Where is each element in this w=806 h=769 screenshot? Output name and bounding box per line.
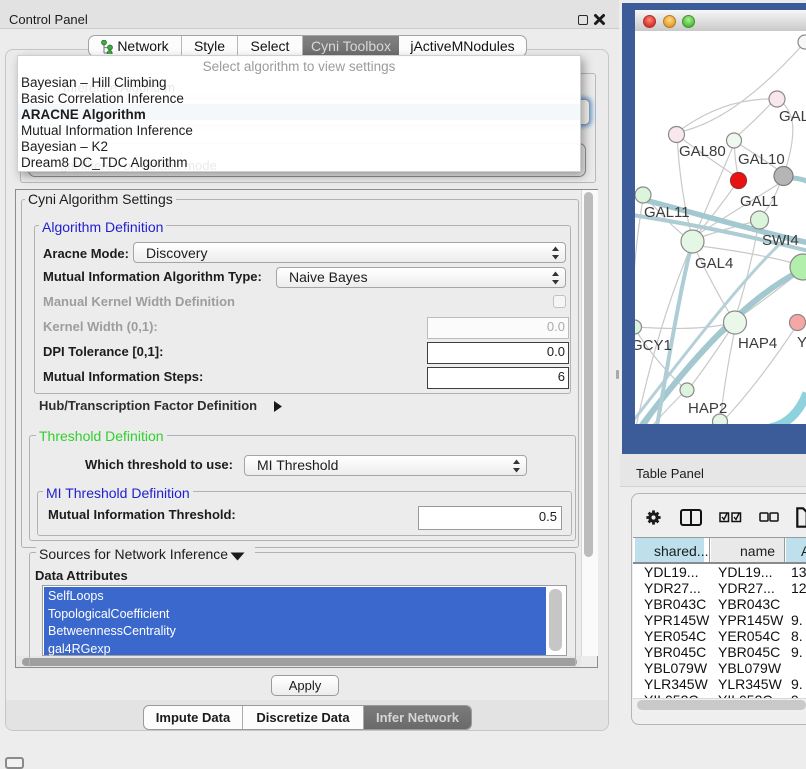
svg-text:HAP2: HAP2 [688,400,727,417]
svg-text:GAL4: GAL4 [695,255,733,272]
svg-text:GAL1: GAL1 [740,193,778,210]
svg-text:GCY1: GCY1 [635,337,672,354]
svg-text:GAL10: GAL10 [738,151,785,168]
svg-text:SWI4: SWI4 [762,232,799,249]
svg-text:GAL80: GAL80 [679,143,726,160]
svg-text:HAP4: HAP4 [738,335,777,352]
svg-text:Y: Y [797,334,806,351]
svg-text:GAL11: GAL11 [644,204,690,221]
svg-text:GAL7: GAL7 [779,108,806,125]
